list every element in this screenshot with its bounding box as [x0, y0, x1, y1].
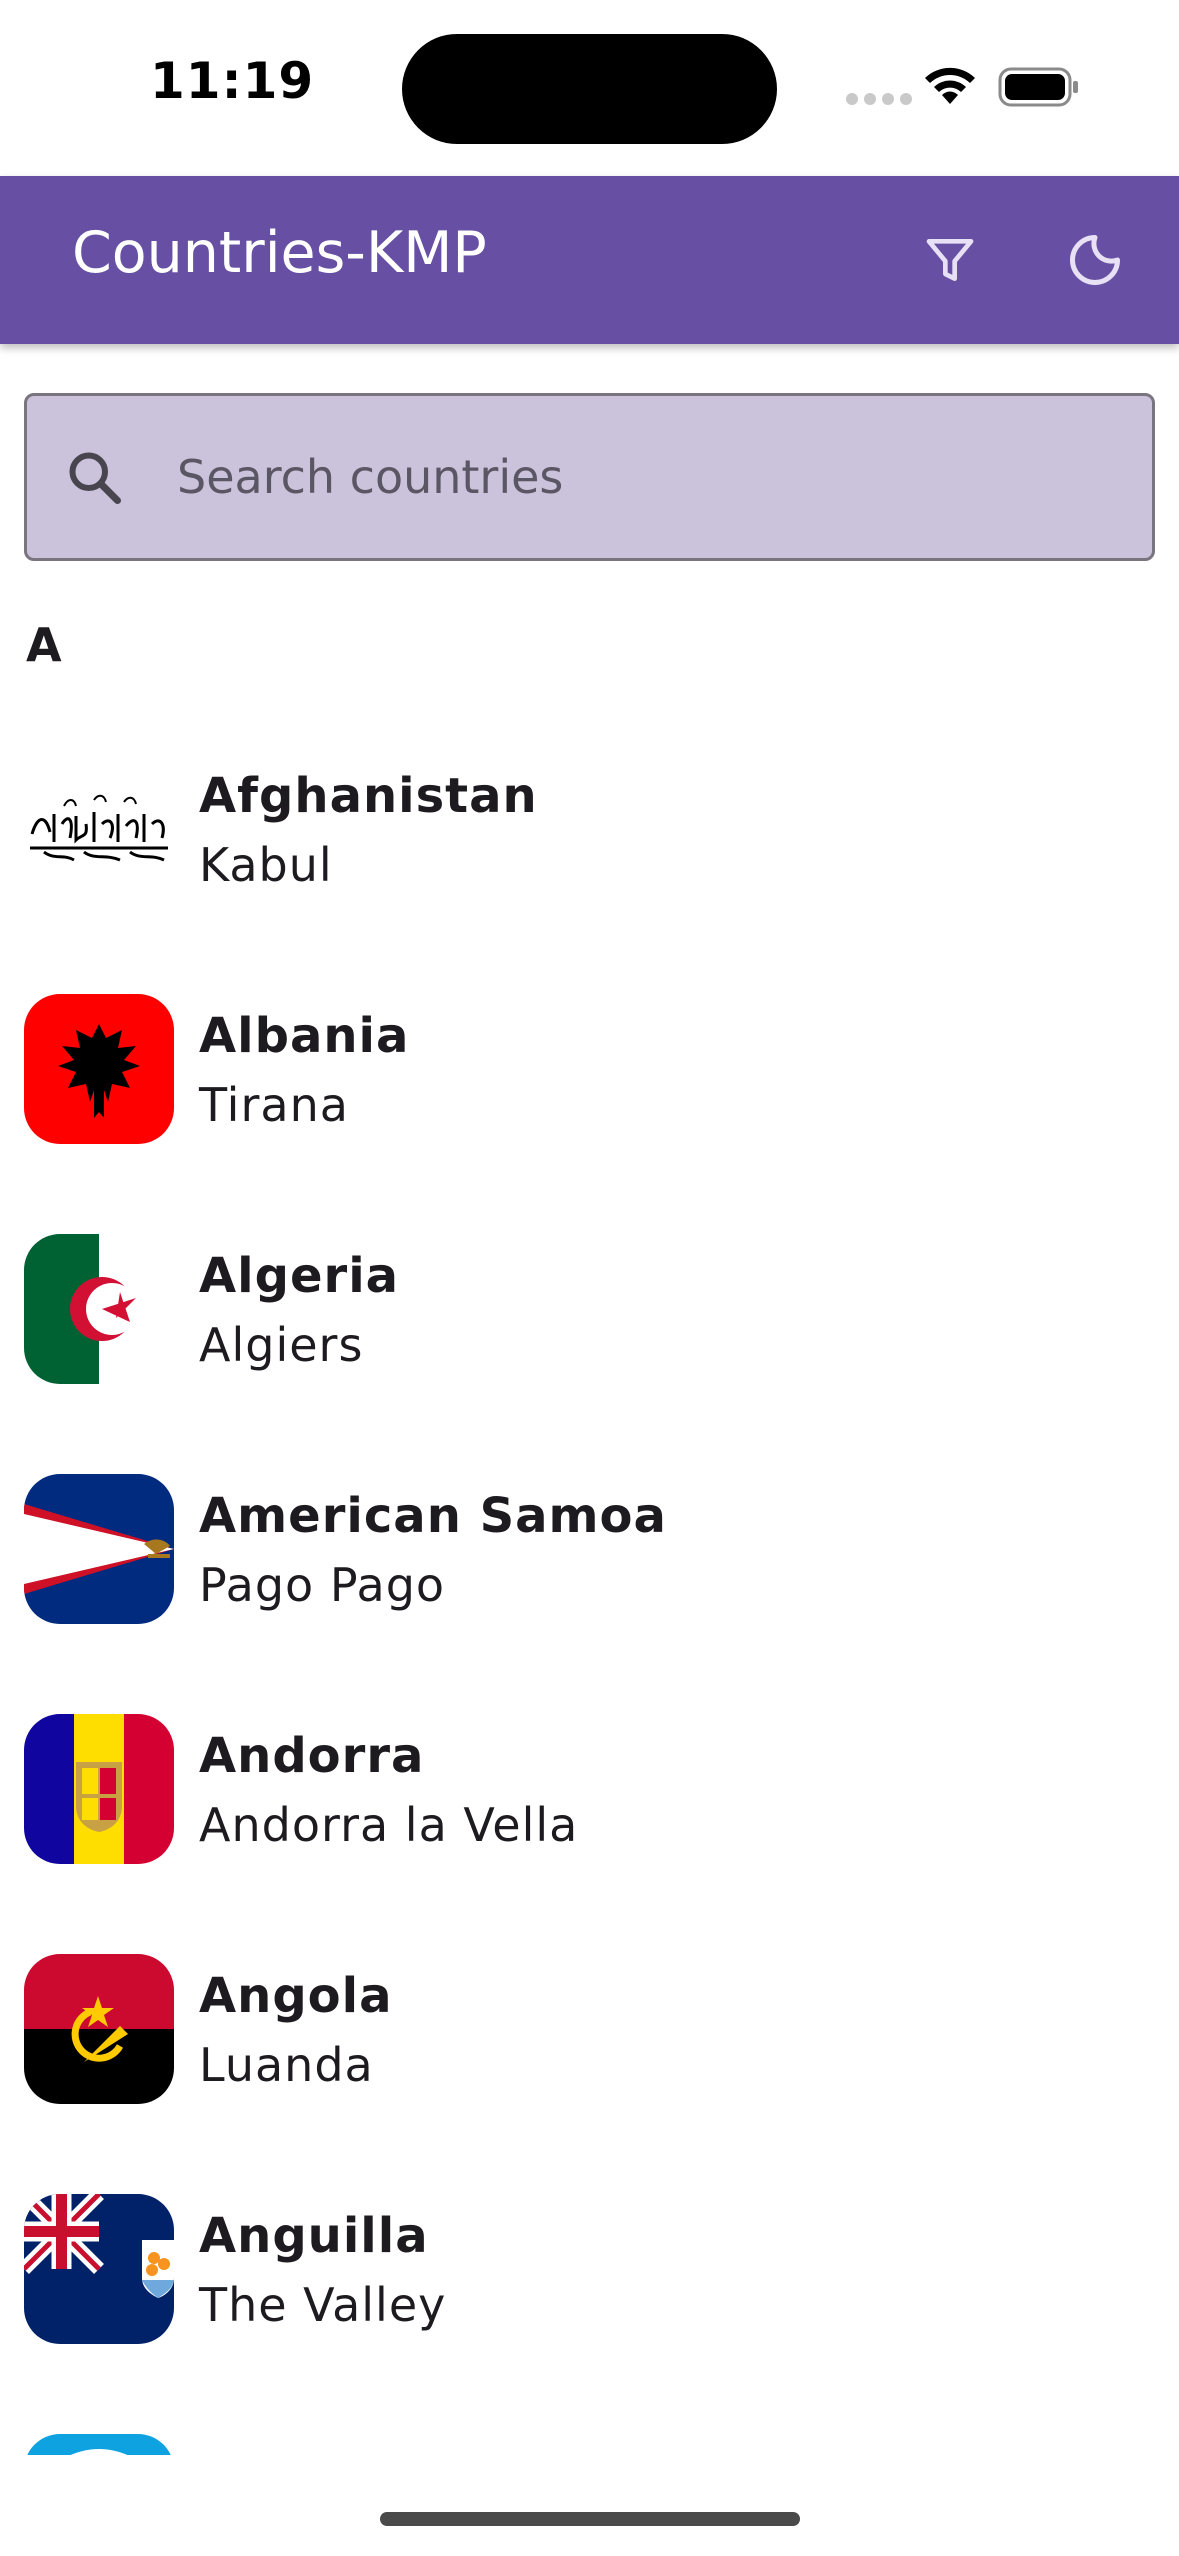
- app-title: Countries-KMP: [72, 220, 487, 286]
- status-time: 11:19: [150, 52, 315, 110]
- angola-flag-icon: [24, 1954, 174, 2104]
- country-capital: Algiers: [199, 1318, 364, 1372]
- list-item[interactable]: Andorra Andorra la Vella: [0, 1680, 1179, 1920]
- cellular-signal-icon: [846, 93, 912, 105]
- filter-icon: [926, 239, 974, 281]
- country-capital: Kabul: [199, 838, 333, 892]
- country-name: American Samoa: [199, 1488, 667, 1544]
- home-indicator[interactable]: [380, 2512, 800, 2526]
- section-header-letter: A: [26, 618, 62, 672]
- afghanistan-flag-icon: [24, 754, 174, 904]
- country-capital: The Valley: [199, 2278, 447, 2332]
- dynamic-island: [402, 34, 777, 144]
- country-capital: Pago Pago: [199, 1558, 446, 1612]
- algeria-flag-icon: [24, 1234, 174, 1384]
- list-item[interactable]: Anguilla The Valley: [0, 2160, 1179, 2400]
- country-list[interactable]: Afghanistan Kabul Albania Tirana Algeria…: [0, 720, 1179, 2455]
- list-item[interactable]: Algeria Algiers: [0, 1200, 1179, 1440]
- list-item[interactable]: [0, 2400, 1179, 2455]
- country-name: Andorra: [199, 1728, 425, 1784]
- screen: 11:19 Countries-KMP Search countries A A…: [0, 0, 1179, 2556]
- albania-flag-icon: [24, 994, 174, 1144]
- dark-mode-moon-icon: [1070, 235, 1120, 285]
- list-item[interactable]: Afghanistan Kabul: [0, 720, 1179, 960]
- country-name: Anguilla: [199, 2208, 429, 2264]
- status-bar: 11:19: [0, 0, 1179, 176]
- country-capital: Tirana: [199, 1078, 349, 1132]
- country-name: Afghanistan: [199, 768, 538, 824]
- andorra-flag-icon: [24, 1714, 174, 1864]
- battery-icon: [998, 67, 1078, 107]
- country-capital: Luanda: [199, 2038, 374, 2092]
- list-item[interactable]: American Samoa Pago Pago: [0, 1440, 1179, 1680]
- country-capital: Andorra la Vella: [199, 1798, 579, 1852]
- list-item[interactable]: Angola Luanda: [0, 1920, 1179, 2160]
- anguilla-flag-icon: [24, 2194, 174, 2344]
- next-country-flag-icon: [24, 2434, 174, 2455]
- country-name: Albania: [199, 1008, 410, 1064]
- search-icon: [69, 452, 121, 504]
- top-app-bar: Countries-KMP: [0, 176, 1179, 344]
- american-samoa-flag-icon: [24, 1474, 174, 1624]
- filter-button[interactable]: [910, 220, 990, 300]
- theme-toggle-button[interactable]: [1055, 220, 1135, 300]
- country-name: Angola: [199, 1968, 393, 2024]
- country-name: Algeria: [199, 1248, 400, 1304]
- list-item[interactable]: Albania Tirana: [0, 960, 1179, 1200]
- wifi-icon: [925, 67, 975, 104]
- search-input[interactable]: [177, 432, 1117, 522]
- search-bar[interactable]: [24, 393, 1155, 561]
